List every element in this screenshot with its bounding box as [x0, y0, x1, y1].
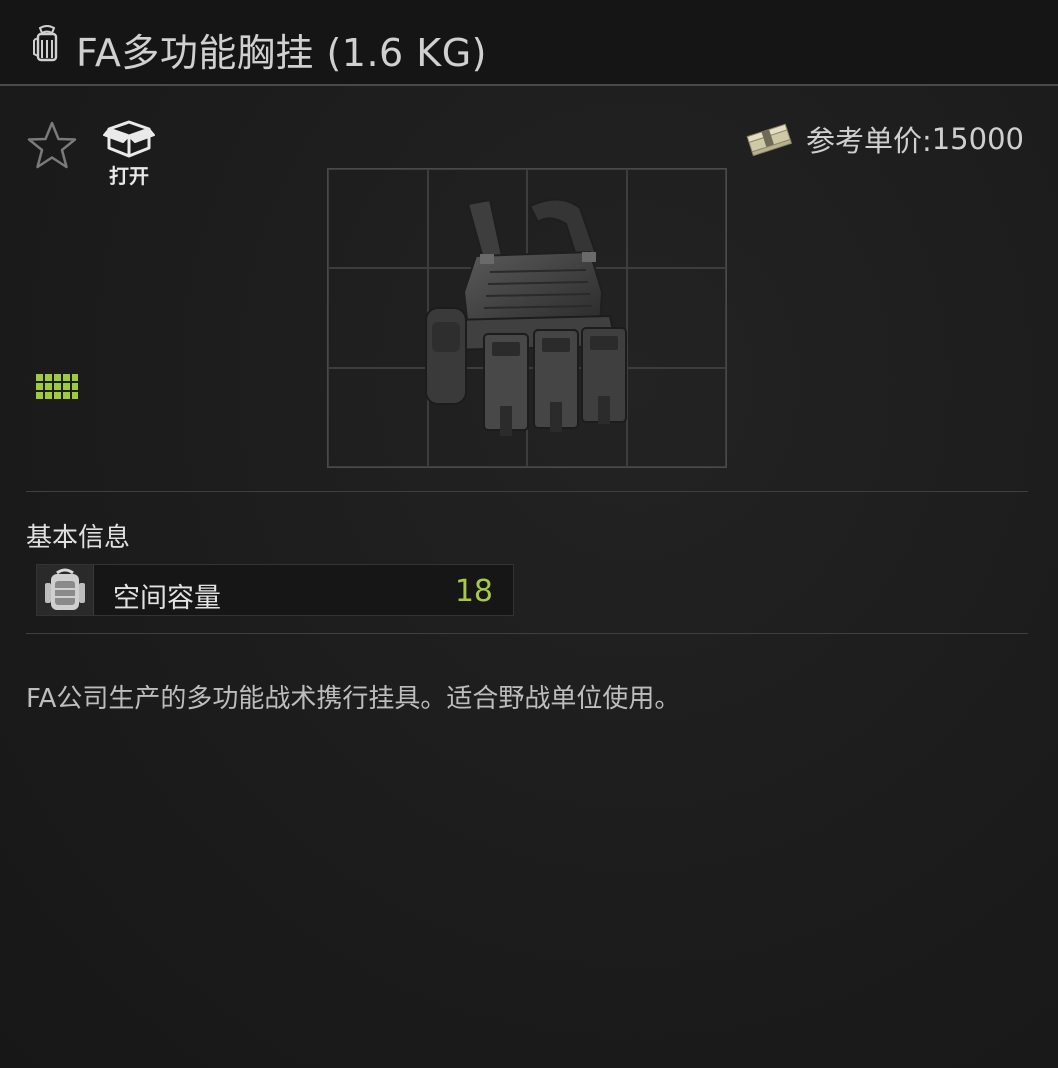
tactical-vest-image	[425, 198, 627, 436]
item-title: FA多功能胸挂 (1.6 KG)	[76, 31, 487, 75]
grid-cell	[328, 169, 428, 269]
open-button[interactable]: 打开	[98, 118, 160, 190]
stat-row-capacity: 空间容量 18	[36, 564, 514, 616]
grid-cell	[328, 367, 428, 467]
grid-cell	[328, 268, 428, 368]
grid-cell	[626, 268, 726, 368]
reference-price: 参考单价: 15000	[746, 118, 1024, 160]
title-bar: FA多功能胸挂 (1.6 KG)	[0, 0, 1058, 86]
price-value: 15000	[931, 122, 1024, 156]
basic-info-title: 基本信息	[26, 523, 131, 553]
grid-cell	[626, 169, 726, 269]
open-label: 打开	[109, 164, 149, 188]
grid-size-icon[interactable]	[36, 374, 78, 404]
backpack-icon	[33, 25, 58, 62]
grid-cell	[626, 367, 726, 467]
star-icon[interactable]	[26, 120, 78, 172]
stat-label: 空间容量	[113, 583, 221, 614]
stat-icon-box	[37, 565, 94, 615]
item-description: FA公司生产的多功能战术携行挂具。适合野战单位使用。	[26, 684, 681, 714]
price-label: 参考单价:	[805, 124, 932, 158]
stat-value: 18	[454, 574, 493, 609]
box-open-icon	[103, 120, 155, 158]
money-stack-icon	[746, 123, 792, 156]
backpack-capacity-icon	[45, 568, 85, 610]
divider	[26, 633, 1028, 634]
divider	[26, 491, 1028, 492]
